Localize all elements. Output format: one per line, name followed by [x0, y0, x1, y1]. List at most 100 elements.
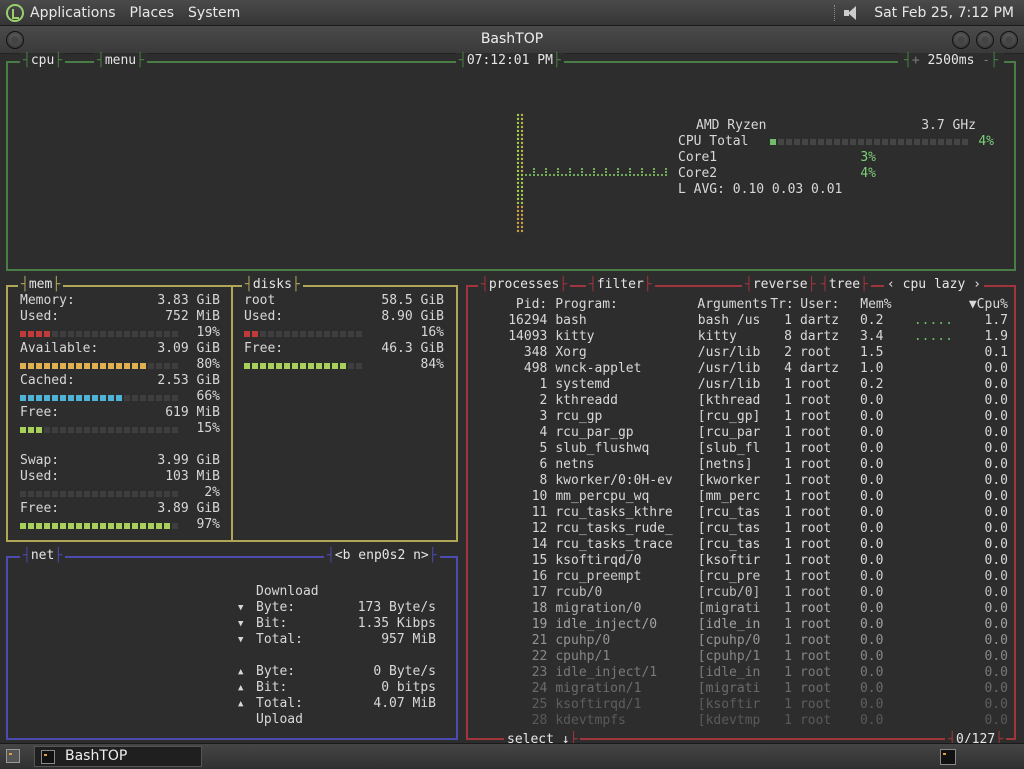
meter-cell [842, 139, 848, 145]
panel-clock[interactable]: Sat Feb 25, 7:12 PM [874, 5, 1014, 21]
process-prog: slub_flushwq [555, 441, 650, 456]
cpu-graph-spike [516, 113, 524, 233]
process-row[interactable]: 23 idle_inject/1 [idle_in 1 root 0.0 0.0 [482, 665, 1008, 681]
process-cpu: 0.0 [984, 585, 1008, 600]
process-pid: 5 [539, 441, 548, 456]
process-row[interactable]: 11 rcu_tasks_kthre [rcu_tas 1 root 0.0 0.0 [482, 505, 1008, 521]
header-mem[interactable]: Mem% [848, 297, 914, 313]
meter-cell [132, 491, 138, 497]
net-interface-selector[interactable]: <b enp0s2 n> [324, 548, 440, 564]
process-args: [migrati [697, 681, 761, 696]
process-mem: 0.0 [859, 393, 884, 408]
process-row[interactable]: 21 cpuhp/0 [cpuhp/0 1 root 0.0 0.0 [482, 633, 1008, 649]
tree-button[interactable]: tree [818, 277, 871, 293]
window-titlebar[interactable]: BashTOP [0, 26, 1024, 54]
process-graph: ..... [913, 329, 953, 344]
header-arguments[interactable]: Arguments: [693, 297, 770, 313]
menu-applications[interactable]: Applications [30, 5, 116, 21]
meter-cell [922, 139, 928, 145]
cpu-graph-dot [516, 217, 520, 221]
menu-label[interactable]: menu [94, 53, 147, 69]
process-row[interactable]: 6 netns [netns] 1 root 0.0 0.0 [482, 457, 1008, 473]
sort-selector[interactable]: ‹ cpu lazy › [884, 277, 984, 293]
meter-cell [324, 363, 330, 369]
process-graph [914, 553, 958, 569]
process-args: [ksoftir [697, 553, 761, 568]
process-row[interactable]: 1 systemd/usr/lib 1 root 0.2 0.0 [482, 377, 1008, 393]
process-row[interactable]: 5 slub_flushwq [slub_fl 1 root 0.0 0.0 [482, 441, 1008, 457]
process-row[interactable]: 12 rcu_tasks_rude_ [rcu_tas 1 root 0.0 0.0 [482, 521, 1008, 537]
process-row[interactable]: 498 wnck-applet/usr/lib 4 dartz 1.0 0.0 [482, 361, 1008, 377]
meter-cell [108, 427, 114, 433]
maximize-button[interactable] [976, 31, 994, 49]
header-user[interactable]: User: [792, 297, 848, 313]
process-row[interactable]: 3 rcu_gp [rcu_gp] 1 root 0.0 0.0 [482, 409, 1008, 425]
process-user: root [799, 617, 832, 632]
minimize-button[interactable] [952, 31, 970, 49]
process-row[interactable]: 15 ksoftirqd/0 [ksoftir 1 root 0.0 0.0 [482, 553, 1008, 569]
process-row[interactable]: 14 rcu_tasks_trace [rcu_tas 1 root 0.0 0.0 [482, 537, 1008, 553]
process-row[interactable]: 25 ksoftirqd/1 [ksoftir 1 root 0.0 0.0 [482, 697, 1008, 713]
mint-logo-icon[interactable] [6, 3, 24, 22]
cpu-graph-dot [584, 173, 588, 177]
header-program[interactable]: Program: [547, 297, 693, 313]
process-row[interactable]: 28 kdevtmpfs [kdevtmp 1 root 0.0 0.0 [482, 713, 1008, 729]
process-row[interactable]: 18 migration/0 [migrati 1 root 0.0 0.0 [482, 601, 1008, 617]
meter-cell [60, 491, 66, 497]
header-threads[interactable]: Tr: [770, 297, 793, 313]
window-menu-button[interactable] [6, 31, 24, 49]
process-row[interactable]: 19 idle_inject/0 [idle_in 1 root 0.0 0.0 [482, 617, 1008, 633]
process-row[interactable]: 17 rcub/0 [rcub/0] 1 root 0.0 0.0 [482, 585, 1008, 601]
taskbar: BashTOP [0, 743, 1024, 769]
process-tr: 1 [784, 409, 792, 424]
process-row[interactable]: 16294 bash bash /us 1 dartz 0.2..... 1.7 [482, 313, 1008, 329]
process-row[interactable]: 24 migration/1 [migrati 1 root 0.0 0.0 [482, 681, 1008, 697]
process-prog: mm_percpu_wq [555, 489, 650, 504]
volume-icon[interactable] [844, 5, 862, 21]
meter-cell [292, 331, 298, 337]
process-tr: 1 [784, 681, 792, 696]
close-button[interactable] [1000, 31, 1018, 49]
process-pid: 22 [531, 649, 548, 664]
cpu-graph-dot [520, 145, 524, 149]
process-row[interactable]: 348 Xorg/usr/lib 2 root 1.5 0.1 [482, 345, 1008, 361]
process-row[interactable]: 8 kworker/0:0H-ev [kworker 1 root 0.0 0.0 [482, 473, 1008, 489]
meter-cell [68, 395, 74, 401]
process-mem: 0.0 [859, 601, 884, 616]
cpu-graph-dot [556, 167, 560, 171]
workspace-switcher-icon[interactable] [940, 749, 956, 765]
mem-box-label: mem [18, 277, 64, 293]
show-desktop-icon[interactable] [6, 749, 20, 763]
meter-cell [244, 331, 250, 337]
menu-system[interactable]: System [188, 5, 240, 21]
interval-plus-button[interactable]: + [912, 53, 920, 68]
terminal-icon [41, 750, 55, 764]
process-row[interactable]: 14093 kitty kitty 8 dartz 3.4..... 1.9 [482, 329, 1008, 345]
update-interval[interactable]: ┤+ 2500ms -├ [898, 53, 1004, 69]
process-row[interactable]: 16 rcu_preempt [rcu_pre 1 root 0.0 0.0 [482, 569, 1008, 585]
filter-button[interactable]: filter [586, 277, 655, 293]
process-row[interactable]: 22 cpuhp/1 [cpuhp/1 1 root 0.0 0.0 [482, 649, 1008, 665]
process-user: dartz [799, 313, 840, 328]
meter-cell [116, 331, 122, 337]
process-user: root [799, 473, 832, 488]
process-pid: 6 [539, 457, 548, 472]
process-row[interactable]: 2 kthreadd [kthread 1 root 0.0 0.0 [482, 393, 1008, 409]
taskbar-item-bashtop[interactable]: BashTOP [34, 746, 202, 767]
upload-total-label: Total: [256, 696, 303, 711]
interval-minus-button[interactable]: - [982, 53, 990, 68]
mem-used-pct: 19% [196, 325, 220, 340]
process-pid: 3 [539, 409, 548, 424]
header-cpu[interactable]: ▼Cpu% [958, 297, 1008, 313]
process-mem: 0.0 [859, 473, 884, 488]
process-cpu: 0.0 [984, 697, 1008, 712]
cpu-graph-dot [596, 173, 600, 177]
process-args: /usr/lib [697, 361, 761, 376]
process-prog: migration/1 [555, 681, 642, 696]
process-row[interactable]: 4 rcu_par_gp [rcu_par 1 root 0.0 0.0 [482, 425, 1008, 441]
terminal[interactable]: cpu menu 07:12:01 PM ┤+ 2500ms -├ AMD Ry… [0, 53, 1024, 748]
header-pid[interactable]: Pid: [482, 297, 547, 313]
reverse-button[interactable]: reverse [742, 277, 819, 293]
process-row[interactable]: 10 mm_percpu_wq [mm_perc 1 root 0.0 0.0 [482, 489, 1008, 505]
menu-places[interactable]: Places [130, 5, 175, 21]
